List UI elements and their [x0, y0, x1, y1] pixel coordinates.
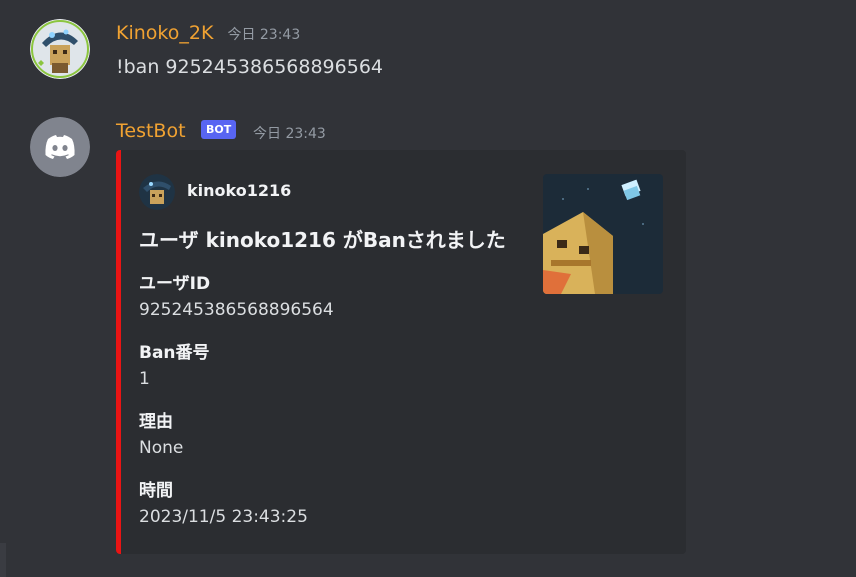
embed-field-name-time: 時間 [139, 481, 173, 501]
embed-field-name-reason: 理由 [139, 412, 173, 432]
discord-logo-icon [30, 117, 90, 177]
embed-field-value-time: 2023/11/5 23:43:25 [139, 507, 308, 527]
bot-username-text[interactable]: TestBot [116, 120, 186, 142]
message-kinoko: Kinoko_2K 今日 23:43 !ban 9252453865688965… [0, 0, 856, 110]
chat-area: Kinoko_2K 今日 23:43 !ban 9252453865688965… [0, 0, 856, 577]
bot-badge: BOT [201, 120, 237, 139]
bot-avatar[interactable] [30, 117, 90, 177]
embed-field-value-reason: None [139, 438, 184, 458]
username-text[interactable]: Kinoko_2K [116, 22, 213, 44]
embed-author-avatar-icon [139, 174, 175, 210]
embed-author-name[interactable]: kinoko1216 [187, 181, 291, 200]
bot-username[interactable]: TestBot [116, 120, 186, 142]
message-content: !ban 925245386568896564 [116, 56, 383, 78]
embed-field-value-ban-number: 1 [139, 369, 150, 389]
embed-color-bar [116, 150, 121, 554]
avatar[interactable] [30, 19, 90, 79]
ban-embed: kinoko1216 ユーザ kinoko1216 がBanされました ユーザI… [116, 150, 686, 554]
bot-message-timestamp: 今日 23:43 [253, 126, 326, 142]
user-avatar-icon [30, 19, 90, 79]
username[interactable]: Kinoko_2K 今日 23:43 [116, 22, 300, 44]
embed-thumbnail-image-icon [543, 174, 663, 294]
embed-author-avatar [139, 174, 175, 210]
left-edge-divider [0, 543, 6, 577]
embed-thumbnail[interactable] [543, 174, 663, 294]
embed-title: ユーザ kinoko1216 がBanされました [139, 228, 506, 252]
embed-field-name-user-id: ユーザID [139, 274, 211, 294]
embed-field-name-ban-number: Ban番号 [139, 343, 210, 363]
message-timestamp: 今日 23:43 [227, 27, 301, 43]
embed-field-value-user-id: 925245386568896564 [139, 300, 334, 320]
